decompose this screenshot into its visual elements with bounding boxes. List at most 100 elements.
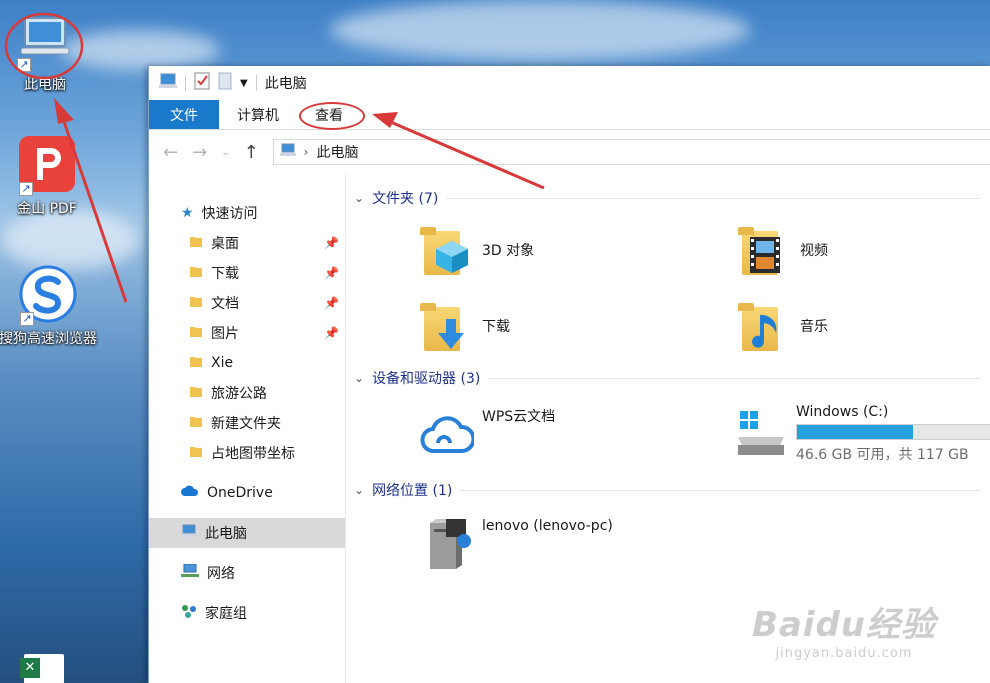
watermark: Baidu经验 jingyan.baidu.com	[752, 597, 936, 661]
folder-icon	[189, 414, 203, 432]
computer-icon	[181, 524, 197, 542]
watermark-url: jingyan.baidu.com	[775, 646, 913, 661]
sidebar-item-quick-access[interactable]: ★ 快速访问	[149, 198, 345, 228]
computer-icon	[279, 143, 296, 161]
computer-icon	[159, 73, 177, 93]
divider	[460, 489, 980, 491]
chevron-down-icon[interactable]: ▼	[240, 78, 248, 89]
properties-checkmark-icon[interactable]	[194, 72, 210, 94]
cloud-docs-icon	[420, 407, 476, 461]
shortcut-arrow-icon: ↗	[20, 312, 34, 326]
sidebar-item-label: 家庭组	[205, 606, 247, 622]
folder-icon	[189, 384, 203, 402]
sidebar-item-quick-access-entry[interactable]: 旅游公路	[149, 378, 345, 408]
folder-grid: 3D 对象 视频 下载 音乐	[354, 212, 990, 364]
navigation-pane: ★ 快速访问 桌面 📌 下载 📌 文档 📌 图片 📌 Xie 旅游公路 新建文件夹 占地图带坐标 On…	[149, 174, 346, 683]
new-folder-icon[interactable]	[218, 72, 232, 94]
sidebar-item-label: 文档	[211, 296, 239, 312]
network-icon	[181, 563, 199, 582]
tab-file[interactable]: 文件	[149, 100, 219, 129]
sidebar-item-this-pc[interactable]: 此电脑	[149, 518, 345, 548]
device-grid: WPS云文档 Windows (C:) 46.6 GB 可用，共 117 GB	[354, 392, 990, 476]
folder-icon	[189, 294, 203, 312]
folder-icon	[189, 234, 203, 252]
sidebar-item-quick-access-entry[interactable]: Xie	[149, 348, 345, 378]
tab-view[interactable]: 查看	[297, 100, 365, 130]
computer-icon: ↗	[15, 10, 75, 72]
sidebar-item-quick-access-entry[interactable]: 新建文件夹	[149, 408, 345, 438]
sidebar-item-quick-access-entry[interactable]: 桌面 📌	[149, 228, 345, 258]
forward-arrow-icon[interactable]: →	[192, 142, 207, 163]
section-title: 设备和驱动器 (3)	[372, 371, 481, 387]
sidebar-item-label: Xie	[211, 355, 234, 371]
network-location-lenovo[interactable]: lenovo (lenovo-pc)	[354, 504, 672, 580]
sogou-browser-icon: ↗	[18, 264, 78, 326]
video-folder-icon	[738, 223, 792, 277]
sidebar-item-label: 桌面	[211, 236, 239, 252]
section-title: 网络位置 (1)	[372, 483, 453, 499]
desktop-icon-sogou-browser[interactable]: ↗ 搜狗高速浏览器	[0, 264, 104, 348]
back-arrow-icon[interactable]: ←	[163, 142, 178, 163]
pdf-app-icon: ↗	[17, 134, 77, 196]
navigation-bar: ← → ⌄ ↑ › 此电脑	[149, 130, 990, 174]
window-title: 此电脑	[264, 76, 307, 92]
folder-music[interactable]: 音乐	[672, 288, 990, 364]
star-icon: ★	[181, 205, 194, 221]
pin-icon[interactable]: 📌	[324, 236, 339, 250]
sidebar-item-onedrive[interactable]: OneDrive	[149, 478, 345, 508]
title-bar: ▼ 此电脑	[149, 66, 990, 100]
section-header-devices[interactable]: ⌄ 设备和驱动器 (3)	[354, 364, 990, 392]
drive-usage-bar	[796, 424, 990, 440]
drive-usage-fill	[797, 425, 914, 439]
cloud	[330, 0, 750, 60]
sidebar-item-quick-access-entry[interactable]: 文档 📌	[149, 288, 345, 318]
device-wps-cloud[interactable]: WPS云文档	[354, 392, 672, 476]
hard-drive-icon	[734, 407, 788, 461]
folder-videos[interactable]: 视频	[672, 212, 990, 288]
drive-windows-c[interactable]: Windows (C:) 46.6 GB 可用，共 117 GB	[672, 392, 990, 476]
sidebar-item-label: 占地图带坐标	[211, 446, 295, 462]
sidebar-item-network[interactable]: 网络	[149, 558, 345, 588]
folder-label: 3D 对象	[482, 243, 535, 259]
recent-locations-chevron-icon[interactable]: ⌄	[221, 147, 229, 158]
sidebar-item-label: 此电脑	[205, 526, 247, 542]
drive-info: Windows (C:) 46.6 GB 可用，共 117 GB	[796, 404, 990, 464]
pin-icon[interactable]: 📌	[324, 326, 339, 340]
desktop-icon-kingsoft-pdf[interactable]: ↗ 金山 PDF	[0, 134, 102, 218]
folder-icon	[189, 354, 203, 372]
sidebar-item-quick-access-entry[interactable]: 图片 📌	[149, 318, 345, 348]
chevron-down-icon: ⌄	[354, 371, 365, 385]
folder-icon	[189, 324, 203, 342]
chevron-right-icon[interactable]: ›	[304, 145, 309, 159]
section-header-network[interactable]: ⌄ 网络位置 (1)	[354, 476, 990, 504]
desktop-icon-label: 金山 PDF	[17, 201, 77, 217]
tab-computer[interactable]: 计算机	[219, 100, 297, 129]
cloud-icon	[181, 485, 199, 501]
sidebar-item-quick-access-entry[interactable]: 占地图带坐标	[149, 438, 345, 468]
file-explorer-window: ▼ 此电脑 文件 计算机 查看 ← → ⌄ ↑ › 此电脑 ★ 快速访问 桌面 📌…	[148, 66, 990, 683]
pin-icon[interactable]: 📌	[324, 296, 339, 310]
desktop-icon-this-pc[interactable]: ↗ 此电脑	[0, 10, 100, 94]
folder-icon	[189, 264, 203, 282]
address-path: 此电脑	[316, 145, 359, 161]
divider	[446, 197, 980, 199]
section-header-folders[interactable]: ⌄ 文件夹 (7)	[354, 184, 990, 212]
watermark-brand: Baidu经验	[751, 605, 936, 645]
section-title: 文件夹 (7)	[372, 191, 439, 207]
sidebar-item-label: 新建文件夹	[211, 416, 281, 432]
tab-view-label: 查看	[315, 107, 343, 124]
excel-icon: ✕	[20, 658, 40, 678]
folder-3d-objects[interactable]: 3D 对象	[354, 212, 672, 288]
sidebar-item-label: 网络	[207, 566, 235, 582]
sidebar-item-label: 快速访问	[201, 206, 258, 222]
desktop-icon-label: 此电脑	[24, 77, 66, 93]
folder-label: 音乐	[800, 319, 828, 335]
folder-downloads[interactable]: 下载	[354, 288, 672, 364]
desktop-icon-partial[interactable]: ✕	[20, 654, 64, 683]
sidebar-item-quick-access-entry[interactable]: 下载 📌	[149, 258, 345, 288]
up-arrow-icon[interactable]: ↑	[244, 142, 259, 163]
music-folder-icon	[738, 299, 792, 353]
address-bar[interactable]: › 此电脑	[272, 139, 990, 165]
pin-icon[interactable]: 📌	[324, 266, 339, 280]
sidebar-item-homegroup[interactable]: 家庭组	[149, 598, 345, 628]
